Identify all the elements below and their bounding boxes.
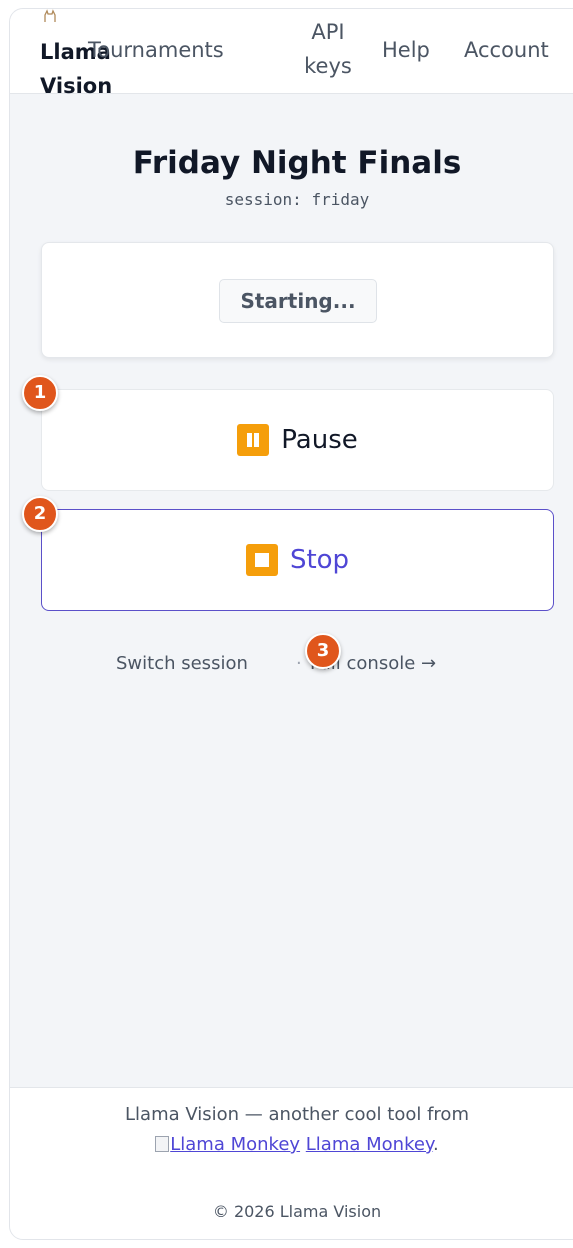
nav-tournaments[interactable]: Tournaments xyxy=(88,33,224,67)
footer: Llama Vision — another cool tool from Ll… xyxy=(10,1087,573,1239)
status-card: Starting... xyxy=(41,242,554,358)
page-title: Friday Night Finals xyxy=(132,145,462,181)
nav-api-keys[interactable]: API keys xyxy=(298,15,358,83)
step-badge-1: 1 xyxy=(22,375,58,411)
broken-image-icon xyxy=(155,1136,170,1152)
top-navigation: Llama Vision Tournaments API keys Help Acc… xyxy=(10,9,573,98)
stop-icon xyxy=(245,544,278,576)
nav-help[interactable]: Help xyxy=(382,33,430,67)
footer-credit: Llama Vision — another cool tool from Ll… xyxy=(125,1104,469,1155)
session-label: session: friday xyxy=(224,190,370,209)
pause-label: Pause xyxy=(281,425,358,455)
step-badge-3: 3 xyxy=(305,633,341,669)
stop-label: Stop xyxy=(289,545,350,575)
status-badge: Starting... xyxy=(219,279,377,323)
pause-button[interactable]: Pause xyxy=(41,389,554,491)
link-separator: · xyxy=(296,653,302,674)
stop-button[interactable]: Stop xyxy=(41,509,554,611)
llama-monkey-link[interactable]: Llama Monkey xyxy=(306,1134,433,1155)
switch-session-link[interactable]: Switch session xyxy=(116,653,248,674)
step-badge-2: 2 xyxy=(22,496,58,532)
app-window: Llama Vision Tournaments API keys Help Acc… xyxy=(9,8,573,1240)
pause-icon xyxy=(237,424,270,456)
footer-copyright: © 2026 Llama Vision xyxy=(212,1202,382,1221)
llama-monkey-image-link[interactable]: Llama Monkey xyxy=(155,1134,300,1155)
llama-logo-icon xyxy=(44,9,56,22)
nav-account[interactable]: Account xyxy=(464,33,549,67)
